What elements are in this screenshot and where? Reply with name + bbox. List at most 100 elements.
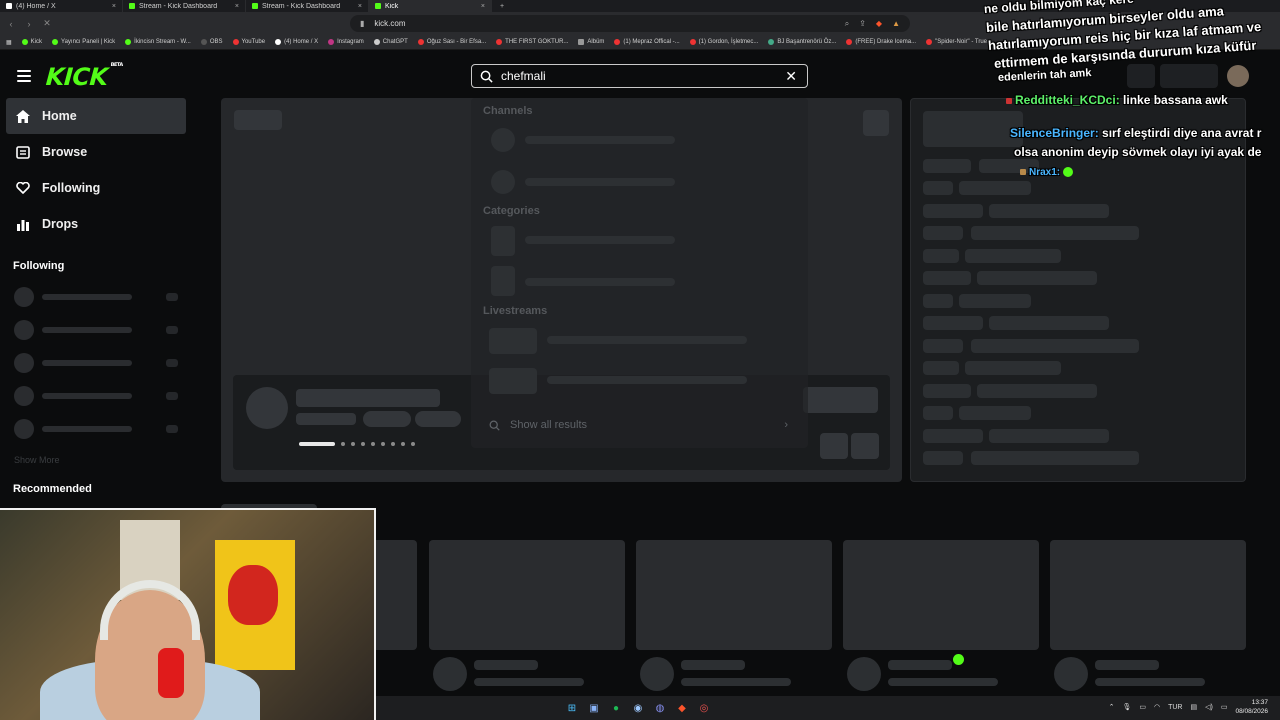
spotify-icon[interactable]: ● (608, 700, 624, 716)
carousel-pagination[interactable] (299, 441, 415, 447)
kick-logo-icon (129, 3, 135, 9)
stream-chat-overlay: ne oldu bilmiyom kaç kere bile hatırlamı… (980, 0, 1280, 200)
following-skeleton-row (14, 386, 184, 406)
show-all-results-button[interactable]: Show all results › (479, 414, 800, 436)
system-clock[interactable]: 13:37 08/08/2026 (1235, 698, 1268, 716)
brave-browser-icon[interactable]: ◆ (674, 700, 690, 716)
x-logo-icon (275, 39, 282, 45)
close-tab-icon[interactable]: × (481, 3, 485, 10)
microphone-icon[interactable]: 🎙 (1122, 703, 1131, 711)
discord-icon[interactable]: ◍ (652, 700, 668, 716)
x-logo-icon (6, 3, 12, 9)
url-text[interactable]: kick.com (374, 19, 834, 28)
forward-icon[interactable]: › (24, 19, 34, 29)
browse-icon (16, 145, 30, 159)
card-title-skeleton (681, 660, 745, 670)
categories-section-title: Categories (483, 205, 540, 217)
following-section-title: Following (13, 260, 65, 272)
sidebar-item-drops[interactable]: Drops (6, 206, 186, 242)
close-tab-icon[interactable]: × (358, 3, 362, 10)
menu-icon[interactable] (17, 70, 31, 82)
chat-message-text: olsa anonim deyip sövmek olayı iyi ayak … (1014, 145, 1262, 159)
brave-shield-icon[interactable]: ◆ (876, 19, 882, 28)
steam-icon[interactable]: ◉ (630, 700, 646, 716)
chat-message: SilenceBringer: sırf eleştirdi diye ana … (1010, 126, 1262, 140)
bookmark-item[interactable]: Kick (21, 39, 42, 45)
search-query[interactable]: chefmali (501, 69, 777, 83)
youtube-icon (689, 39, 696, 45)
bookmark-icon[interactable]: ▮ (360, 19, 364, 28)
browser-tab[interactable]: Stream - Kick Dashboard × (246, 0, 369, 12)
bookmark-item[interactable]: OBS (200, 39, 223, 45)
bookmark-item[interactable]: (1) Mepraz Offical -... (614, 39, 680, 45)
green-emote-icon (1062, 167, 1073, 178)
stream-card-skeleton[interactable] (429, 540, 625, 650)
bookmark-item[interactable]: YouTube (232, 39, 265, 45)
close-tab-icon[interactable]: × (235, 3, 239, 10)
sidebar-item-browse[interactable]: Browse (6, 134, 186, 170)
card-title-skeleton (474, 678, 584, 686)
sidebar-item-home[interactable]: Home (6, 98, 186, 134)
browser-tab[interactable]: Stream - Kick Dashboard × (123, 0, 246, 12)
card-title-skeleton (888, 678, 998, 686)
browser-tab[interactable]: (4) Home / X × (0, 0, 123, 12)
language-indicator[interactable]: TUR (1168, 704, 1182, 711)
following-skeleton-row (14, 419, 184, 439)
kick-logo-icon (252, 3, 258, 9)
close-tab-icon[interactable]: × (112, 3, 116, 10)
bookmark-item[interactable]: Yayıncı Paneli | Kick (52, 39, 115, 45)
clear-search-icon[interactable]: ✕ (785, 69, 797, 83)
bookmark-item[interactable]: ChatGPT (373, 39, 408, 45)
apps-grid-icon[interactable]: ▦ (6, 39, 12, 46)
youtube-icon (846, 39, 853, 45)
new-tab-button[interactable]: + (492, 0, 512, 12)
kick-logo-icon (125, 39, 132, 45)
back-icon[interactable]: ‹ (6, 19, 16, 29)
display-icon[interactable]: ▭ (1139, 703, 1146, 711)
youtube-icon (496, 39, 503, 45)
sidebar-item-following[interactable]: Following (6, 170, 186, 206)
kick-logo[interactable]: KICK BETA (45, 62, 123, 91)
network-icon[interactable]: ▤ (1190, 703, 1197, 711)
stream-card-skeleton[interactable] (1050, 540, 1246, 650)
show-more-link[interactable]: Show More (14, 455, 60, 465)
wifi-icon[interactable]: ◠ (1154, 703, 1160, 711)
windows-start-icon[interactable]: ⊞ (564, 700, 580, 716)
volume-icon[interactable]: ◁) (1205, 703, 1213, 711)
bookmark-item[interactable]: Oğuz Sası - Bir Efsa... (417, 39, 486, 45)
card-title-skeleton (888, 660, 952, 670)
bookmark-item[interactable]: İkincisn Stream - W... (125, 39, 191, 45)
bookmark-item[interactable]: Instagram (328, 39, 364, 45)
file-explorer-icon[interactable]: ▣ (586, 700, 602, 716)
battery-icon[interactable]: ▭ (1221, 703, 1228, 711)
app-icon[interactable]: ◎ (696, 700, 712, 716)
stop-loading-icon[interactable]: ✕ (42, 18, 52, 29)
bookmark-item[interactable]: BJ Başantrenörü Öz... (768, 39, 836, 45)
rewards-icon[interactable]: ▲ (892, 19, 900, 28)
chat-badge-icon (1020, 169, 1026, 176)
stream-card-skeleton[interactable] (843, 540, 1039, 650)
following-skeleton-row (14, 320, 184, 340)
search-results-dropdown: Channels Categories Livestreams Show all… (471, 98, 808, 448)
card-avatar-skeleton (640, 657, 674, 691)
obs-icon (200, 39, 207, 45)
site-icon (768, 39, 775, 45)
chevron-up-icon[interactable]: ⌃ (1109, 703, 1115, 711)
search-input[interactable]: chefmali ✕ (471, 64, 808, 88)
stream-card-skeleton[interactable] (636, 540, 832, 650)
youtube-icon (232, 39, 239, 45)
kick-logo-icon (21, 39, 28, 45)
browser-tab-active[interactable]: Kick × (369, 0, 492, 12)
bookmark-item[interactable]: Albüm (578, 39, 604, 45)
zoom-icon[interactable]: ⌕ (845, 19, 849, 29)
search-icon (480, 70, 493, 83)
bookmark-item[interactable]: (4) Home / X (275, 39, 318, 45)
chevron-right-icon: › (784, 419, 788, 431)
bookmark-item[interactable]: (FREE) Drake Icema... (846, 39, 916, 45)
chat-badge-icon (1006, 97, 1012, 104)
bookmark-item[interactable]: (1) Gordon, İşletmec... (689, 39, 758, 45)
url-bar[interactable]: ▮ kick.com ⌕ ⇪ ◆ ▲ (350, 15, 910, 32)
bookmark-item[interactable]: THE FIRST GOKTUR... (496, 39, 568, 45)
share-icon[interactable]: ⇪ (859, 19, 866, 28)
card-title-skeleton (474, 660, 538, 670)
